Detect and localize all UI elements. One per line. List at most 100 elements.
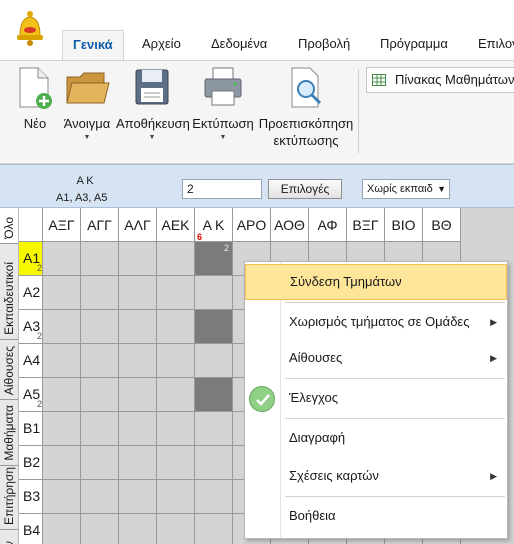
grid-cell[interactable] <box>43 378 81 412</box>
tab-file[interactable]: Αρχείο <box>142 36 181 60</box>
grid-cell[interactable] <box>43 514 81 544</box>
row-header[interactable]: Α4 <box>19 344 43 378</box>
row-header[interactable]: Α5 2 <box>19 378 43 412</box>
print-preview-button[interactable]: Προεπισκόπηση εκτύπωσης <box>258 65 354 149</box>
row-header[interactable]: Α2 <box>19 276 43 310</box>
grid-cell[interactable] <box>81 276 119 310</box>
teacher-filter-select[interactable]: Χωρίς εκπαιδ ▼ <box>362 179 450 199</box>
row-header[interactable]: Β2 <box>19 446 43 480</box>
column-header[interactable]: ΑΕΚ <box>157 208 195 242</box>
menu-item-help[interactable]: Βοήθεια <box>245 498 507 534</box>
menu-item-check[interactable]: Έλεγχος <box>245 380 507 416</box>
grid-cell[interactable] <box>157 480 195 514</box>
grid-cell[interactable] <box>43 242 81 276</box>
column-header[interactable]: ΒΘ <box>423 208 461 242</box>
side-tab-more[interactable]: Αν <box>0 530 18 544</box>
menu-item-rooms[interactable]: Αίθουσες ▶ <box>245 340 507 376</box>
grid-cell[interactable] <box>119 242 157 276</box>
tab-options[interactable]: Επιλογ <box>478 36 514 60</box>
row-header[interactable]: Α3 2 <box>19 310 43 344</box>
application-bell-button[interactable] <box>14 10 46 46</box>
menu-item-label: Αίθουσες <box>289 350 343 365</box>
grid-cell[interactable] <box>81 344 119 378</box>
menu-item-link-sections[interactable]: Σύνδεση Τμημάτων <box>245 264 507 300</box>
grid-cell[interactable] <box>195 514 233 544</box>
grid-cell[interactable] <box>157 242 195 276</box>
grid-cell[interactable] <box>195 344 233 378</box>
column-header[interactable]: ΑΡΟ <box>233 208 271 242</box>
tab-general[interactable]: Γενικά <box>62 30 124 60</box>
tab-data[interactable]: Δεδομένα <box>211 36 267 60</box>
subject-table-button[interactable]: Πίνακας Μαθημάτων <box>366 67 514 93</box>
grid-cell[interactable] <box>43 310 81 344</box>
grid-cell[interactable] <box>157 378 195 412</box>
row-header[interactable]: Α1 2 <box>19 242 43 276</box>
grid-cell[interactable] <box>81 446 119 480</box>
grid-cell[interactable] <box>195 412 233 446</box>
print-button[interactable]: Εκτύπωση ▼ <box>190 65 256 141</box>
grid-cell[interactable] <box>157 514 195 544</box>
grid-cell[interactable] <box>119 310 157 344</box>
column-header[interactable]: ΒΙΟ <box>385 208 423 242</box>
grid-cell[interactable] <box>81 480 119 514</box>
side-tab-supervision[interactable]: Επιτήρηση <box>0 466 18 530</box>
grid-cell[interactable] <box>195 446 233 480</box>
save-dropdown-arrow-icon[interactable]: ▼ <box>116 134 188 141</box>
grid-cell[interactable] <box>119 446 157 480</box>
open-button[interactable]: Άνοιγμα ▼ <box>58 65 116 141</box>
grid-cell[interactable] <box>43 480 81 514</box>
grid-cell[interactable] <box>195 276 233 310</box>
grid-cell[interactable] <box>195 378 233 412</box>
menu-item-split-groups[interactable]: Χωρισμός τμήματος σε Ομάδες ▶ <box>245 304 507 340</box>
side-tab-rooms[interactable]: Αίθουσες <box>0 340 18 400</box>
open-dropdown-arrow-icon[interactable]: ▼ <box>58 134 116 141</box>
grid-cell[interactable] <box>119 480 157 514</box>
grid-cell[interactable] <box>157 310 195 344</box>
grid-cell[interactable] <box>43 344 81 378</box>
column-header[interactable]: ΒΞΓ <box>347 208 385 242</box>
grid-cell[interactable]: 2 <box>195 242 233 276</box>
menu-item-delete[interactable]: Διαγραφή <box>245 420 507 456</box>
column-header[interactable]: ΑΦ <box>309 208 347 242</box>
grid-cell[interactable] <box>119 276 157 310</box>
grid-cell[interactable] <box>119 514 157 544</box>
new-button[interactable]: Νέο <box>16 65 54 132</box>
menu-item-label: Έλεγχος <box>289 390 338 405</box>
grid-cell[interactable] <box>43 276 81 310</box>
menu-separator <box>285 302 505 303</box>
tab-view[interactable]: Προβολή <box>298 36 350 60</box>
save-button[interactable]: Αποθήκευση ▼ <box>116 65 190 141</box>
row-header[interactable]: Β4 <box>19 514 43 544</box>
menu-item-card-relations[interactable]: Σχέσεις καρτών ▶ <box>245 458 507 494</box>
grid-cell[interactable] <box>119 412 157 446</box>
side-tab-teachers[interactable]: Εκπαιδευτικοί <box>0 244 18 340</box>
grid-cell[interactable] <box>43 446 81 480</box>
grid-cell[interactable] <box>157 412 195 446</box>
grid-cell[interactable] <box>157 276 195 310</box>
grid-cell[interactable] <box>43 412 81 446</box>
options-button[interactable]: Επιλογές <box>268 179 342 199</box>
value-input[interactable]: 2 <box>182 179 262 199</box>
grid-cell[interactable] <box>119 344 157 378</box>
column-header[interactable]: ΑΓΓ <box>81 208 119 242</box>
grid-cell[interactable] <box>81 412 119 446</box>
grid-cell[interactable] <box>81 242 119 276</box>
grid-cell[interactable] <box>157 446 195 480</box>
row-header[interactable]: Β1 <box>19 412 43 446</box>
grid-cell[interactable] <box>81 514 119 544</box>
grid-cell[interactable] <box>157 344 195 378</box>
grid-cell[interactable] <box>119 378 157 412</box>
side-tab-subjects[interactable]: Μαθήματα <box>0 400 18 466</box>
grid-cell[interactable] <box>81 310 119 344</box>
column-header[interactable]: ΑΞΓ <box>43 208 81 242</box>
column-header[interactable]: ΑΟΘ <box>271 208 309 242</box>
tab-program[interactable]: Πρόγραμμα <box>380 36 448 60</box>
print-dropdown-arrow-icon[interactable]: ▼ <box>190 134 256 141</box>
side-tab-all[interactable]: Όλο <box>0 208 18 244</box>
menu-item-label: Διαγραφή <box>289 430 346 445</box>
row-header[interactable]: Β3 <box>19 480 43 514</box>
grid-cell[interactable] <box>195 480 233 514</box>
grid-cell[interactable] <box>81 378 119 412</box>
grid-cell[interactable] <box>195 310 233 344</box>
column-header[interactable]: ΑΛΓ <box>119 208 157 242</box>
